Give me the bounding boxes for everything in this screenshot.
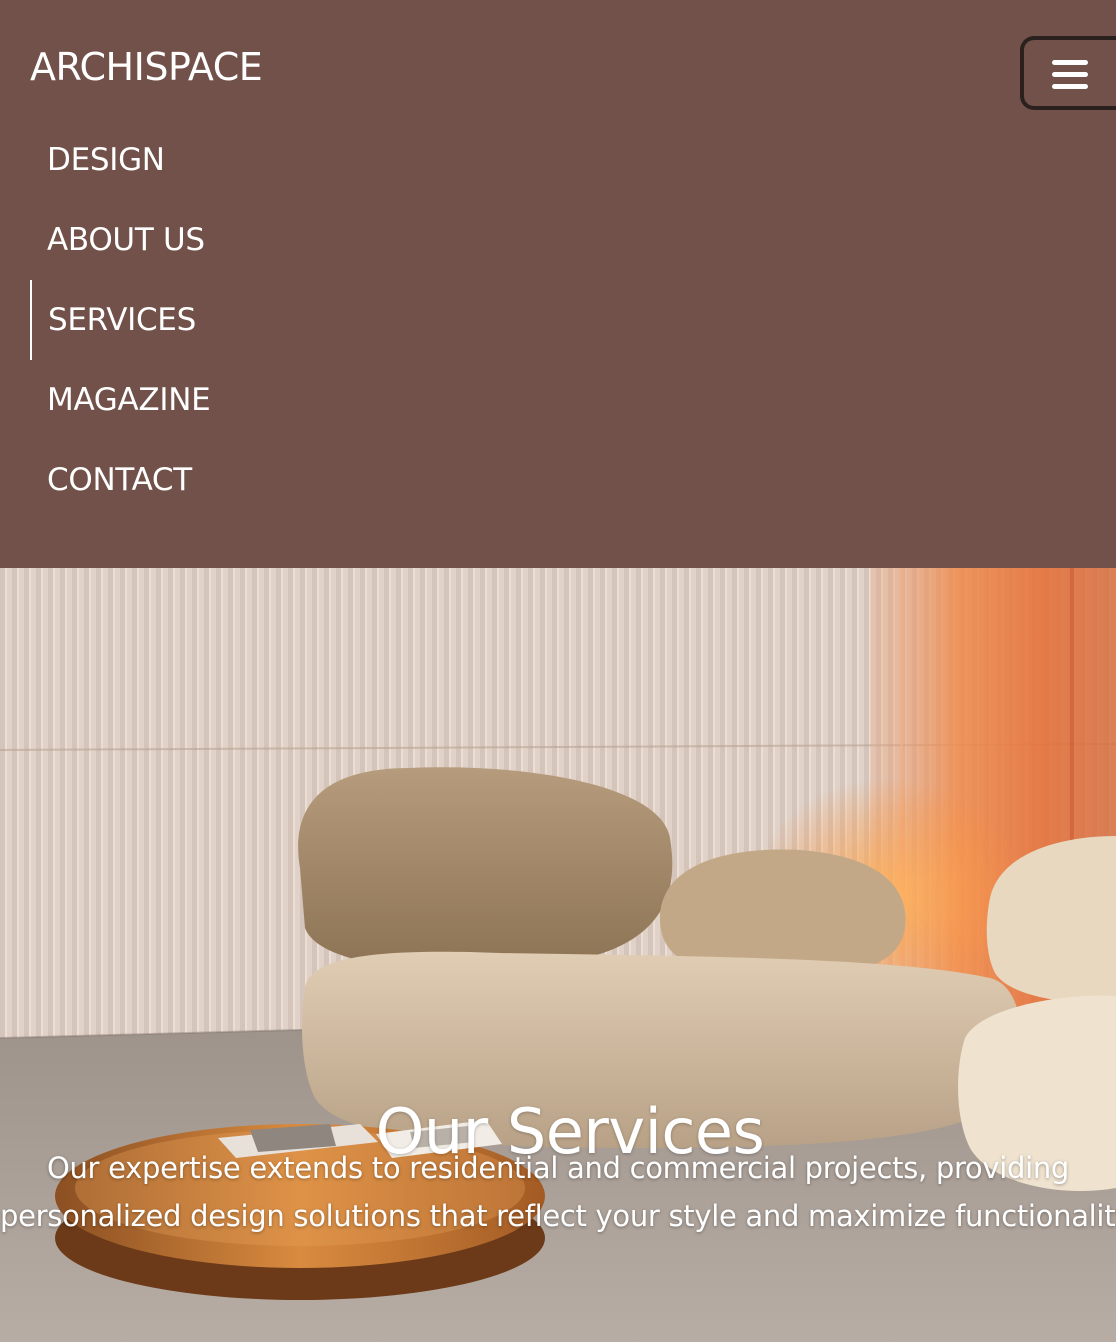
nav-item-design[interactable]: DESIGN <box>30 120 430 200</box>
hamburger-menu-icon <box>1052 60 1088 90</box>
nav-item-magazine[interactable]: MAGAZINE <box>30 360 430 440</box>
navbar-toggler-button[interactable] <box>1020 36 1116 110</box>
brand-logo-text[interactable]: ARCHISPACE <box>30 44 263 90</box>
navbar: ARCHISPACE DESIGN ABOUT US SERVICES MAGA… <box>0 0 1116 568</box>
hero-description-line-1: Our expertise extends to residential and… <box>46 1151 1070 1185</box>
nav-item-contact[interactable]: CONTACT <box>30 440 430 520</box>
hero-section: Our Services Our expertise extends to re… <box>0 568 1116 1342</box>
hero-description: Our expertise extends to residential and… <box>0 1144 1116 1240</box>
hero-description-line-2: personalized design solutions that refle… <box>0 1199 1116 1233</box>
nav-item-about-us[interactable]: ABOUT US <box>30 200 430 280</box>
nav-menu: DESIGN ABOUT US SERVICES MAGAZINE CONTAC… <box>30 120 430 520</box>
nav-item-services[interactable]: SERVICES <box>30 280 430 360</box>
